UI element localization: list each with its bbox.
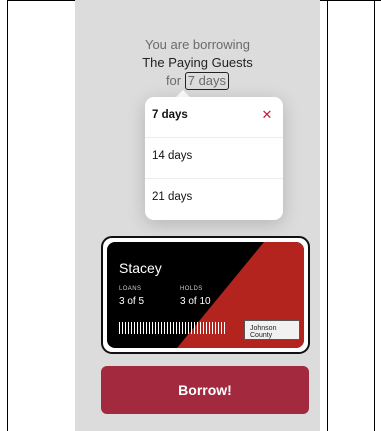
library-card-face: Stacey LOANS 3 of 5 HOLDS 3 of 10 Johnso… bbox=[107, 242, 304, 348]
book-title: The Paying Guests bbox=[142, 55, 253, 70]
period-option-7-days[interactable]: 7 days ✕ bbox=[145, 97, 283, 137]
holds-label: HOLDS bbox=[180, 286, 203, 292]
frame-left-border bbox=[0, 0, 8, 431]
loans-value: 3 of 5 bbox=[119, 296, 145, 307]
cardholder-name: Stacey bbox=[119, 260, 162, 276]
holds-value: 3 of 10 bbox=[180, 296, 211, 307]
loan-period-popover: 7 days ✕ 14 days 21 days bbox=[145, 97, 283, 220]
frame-right-border bbox=[374, 0, 375, 431]
borrowing-intro: You are borrowing bbox=[144, 37, 251, 52]
phone-screen: You are borrowing The Paying Guests for … bbox=[75, 0, 320, 431]
period-option-label: 14 days bbox=[152, 150, 193, 162]
frame-column-divider bbox=[327, 0, 328, 431]
period-option-21-days[interactable]: 21 days bbox=[145, 178, 283, 219]
close-icon[interactable]: ✕ bbox=[261, 108, 273, 121]
period-option-label: 7 days bbox=[152, 109, 188, 121]
loan-period-line: for 7 days bbox=[75, 72, 320, 90]
library-card: Stacey LOANS 3 of 5 HOLDS 3 of 10 Johnso… bbox=[101, 236, 310, 354]
loan-period-selector[interactable]: 7 days bbox=[184, 72, 230, 90]
barcode-icon bbox=[119, 322, 225, 334]
borrow-button[interactable]: Borrow! bbox=[101, 366, 309, 414]
period-option-label: 21 days bbox=[152, 191, 193, 203]
loans-label: LOANS bbox=[119, 286, 142, 292]
for-prefix: for bbox=[165, 73, 182, 88]
library-logo: Johnson County bbox=[244, 320, 300, 340]
library-logo-text: Johnson County bbox=[250, 325, 277, 339]
period-option-14-days[interactable]: 14 days bbox=[145, 137, 283, 178]
